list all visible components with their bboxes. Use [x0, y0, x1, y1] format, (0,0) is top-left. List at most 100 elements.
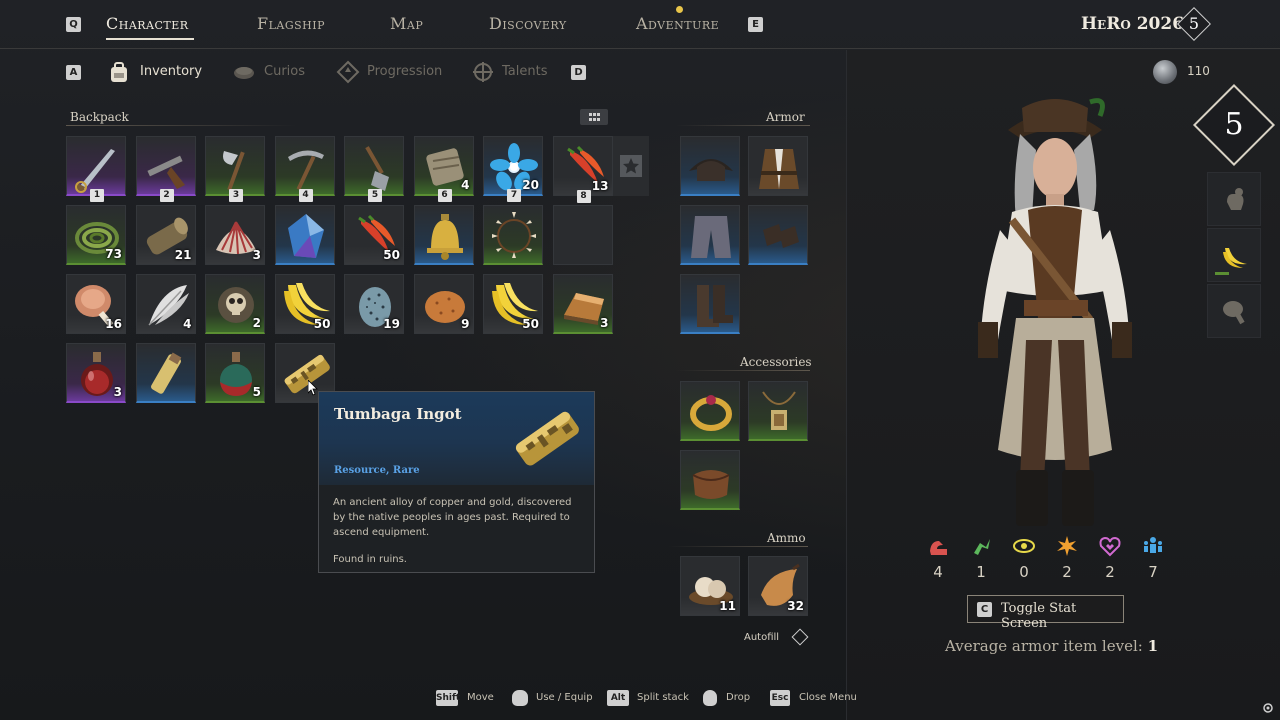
tab-adventure[interactable]: Adventure — [636, 14, 719, 33]
stat-value: 0 — [1019, 563, 1029, 581]
hotbar-key: 1 — [90, 189, 104, 202]
ammo-slot[interactable]: 11 — [680, 556, 740, 616]
accessories-title-underline — [676, 370, 810, 371]
backpack-slot[interactable] — [413, 205, 474, 265]
backpack-slot[interactable]: 3 — [66, 343, 126, 403]
armor-slot[interactable] — [680, 136, 740, 196]
backpack-slot[interactable]: 4 — [135, 274, 196, 334]
backpack-slot[interactable]: 3 — [552, 274, 613, 334]
tab-flagship[interactable]: Flagship — [257, 14, 325, 33]
subtab-talents[interactable]: Talents — [502, 64, 547, 79]
item-quantity: 32 — [787, 599, 804, 613]
backpack-slot[interactable]: 3 — [205, 136, 265, 202]
backpack-slot[interactable]: 5 — [344, 136, 404, 202]
vial-icon — [150, 352, 181, 394]
gloves-icon — [763, 224, 799, 248]
currency-amount: 110 — [1187, 64, 1210, 78]
agility-icon[interactable] — [970, 535, 992, 557]
side-slot-food[interactable] — [1207, 228, 1261, 282]
hint-label: Split stack — [637, 692, 689, 703]
item-quantity: 3 — [600, 316, 609, 330]
subtab-next-key[interactable]: D — [571, 65, 586, 80]
heart-icon[interactable] — [1099, 535, 1121, 557]
backpack-slot[interactable] — [274, 205, 335, 265]
burst-icon[interactable] — [1056, 535, 1078, 557]
axe-icon — [223, 151, 245, 191]
nav-prev-key[interactable]: Q — [66, 17, 81, 32]
banana-icon — [1223, 248, 1247, 268]
backpack-slot[interactable]: 13 8 — [552, 136, 613, 203]
flintlock-pistol-icon — [146, 155, 185, 189]
ammo-slot[interactable]: 32 — [748, 556, 808, 616]
stat-value: 2 — [1105, 563, 1115, 581]
strength-arm-icon[interactable] — [927, 535, 949, 557]
backpack-slot[interactable]: 4 — [274, 136, 335, 202]
perception-eye-icon[interactable] — [1013, 535, 1035, 557]
backpack-slot[interactable]: 50 — [274, 274, 335, 334]
backpack-slot[interactable]: 16 — [66, 274, 126, 334]
level-badge: 5 — [1224, 107, 1244, 142]
stat-value: 7 — [1148, 563, 1158, 581]
backpack-slot[interactable]: 19 — [344, 274, 404, 334]
item-quantity: 9 — [461, 317, 470, 331]
backpack-slot[interactable]: 21 — [135, 205, 196, 265]
ammo-title: Ammo — [767, 531, 806, 545]
tab-character[interactable]: Character — [106, 14, 189, 33]
backpack-slot[interactable]: 73 — [66, 205, 126, 265]
hint-label: Move — [467, 692, 494, 703]
coin-icon — [1153, 60, 1177, 84]
accessory-slot[interactable] — [680, 450, 740, 510]
subtab-prev-key[interactable]: A — [66, 65, 81, 80]
hotbar-key: 7 — [507, 189, 521, 202]
tab-discovery[interactable]: Discovery — [489, 14, 567, 33]
backpack-slot[interactable]: 2 — [205, 274, 265, 334]
favorite-slot[interactable] — [613, 136, 649, 196]
armor-slot[interactable] — [680, 205, 740, 265]
armor-slot[interactable] — [748, 136, 808, 196]
subtab-inventory[interactable]: Inventory — [140, 64, 202, 79]
backpack-slot[interactable] — [135, 343, 196, 403]
armor-slot[interactable] — [680, 274, 740, 334]
stat-value: 2 — [1062, 563, 1072, 581]
side-slot-meat[interactable] — [1207, 284, 1261, 338]
side-slot-hand[interactable] — [1207, 172, 1261, 226]
tumbaga-ingot-icon — [515, 411, 579, 466]
backpack-slot[interactable]: 50 — [344, 205, 404, 265]
hero-level: 5 — [1188, 14, 1200, 33]
backpack-slot[interactable]: 2 — [135, 136, 196, 202]
tooltip-item-type: Resource, Rare — [334, 465, 420, 476]
backpack-slot[interactable] — [552, 205, 613, 265]
grid-view-toggle[interactable] — [580, 109, 608, 125]
backpack-icon — [111, 62, 127, 82]
tooth-necklace-icon — [492, 212, 536, 258]
item-quantity: 4 — [183, 317, 192, 331]
stat-value: 4 — [933, 563, 943, 581]
backpack-slot[interactable]: 46 — [413, 136, 474, 202]
armor-title: Armor — [766, 110, 805, 124]
item-quantity: 4 — [461, 178, 470, 192]
toggle-stat-screen-button[interactable]: C Toggle Stat Screen — [967, 595, 1124, 631]
hint-label: Use / Equip — [536, 692, 593, 703]
backpack-slot[interactable]: 5 — [205, 343, 265, 403]
tab-map[interactable]: Map — [390, 14, 423, 33]
backpack-slot[interactable]: 1 — [66, 136, 126, 202]
backpack-slot[interactable]: 50 — [483, 274, 543, 334]
item-tooltip: Tumbaga Ingot Resource, Rare An ancient … — [318, 391, 595, 573]
hotbar-key: 8 — [576, 190, 591, 203]
accessory-slot[interactable] — [748, 381, 808, 441]
backpack-slot[interactable]: 9 — [413, 274, 474, 334]
nav-next-key[interactable]: E — [748, 17, 763, 32]
backpack-slot[interactable] — [483, 205, 543, 265]
subtab-curios[interactable]: Curios — [264, 64, 305, 79]
armor-slot[interactable] — [748, 205, 808, 265]
meat-drumstick-icon — [1223, 301, 1245, 325]
subtab-progression[interactable]: Progression — [367, 64, 442, 79]
hint-key: Esc — [770, 690, 790, 706]
item-quantity: 16 — [105, 317, 122, 331]
accessory-slot[interactable] — [680, 381, 740, 441]
trousers-icon — [691, 216, 731, 258]
social-people-icon[interactable] — [1142, 535, 1164, 557]
progression-icon — [336, 60, 360, 84]
backpack-slot[interactable]: 20 7 — [483, 136, 543, 202]
backpack-slot[interactable]: 3 — [205, 205, 265, 265]
